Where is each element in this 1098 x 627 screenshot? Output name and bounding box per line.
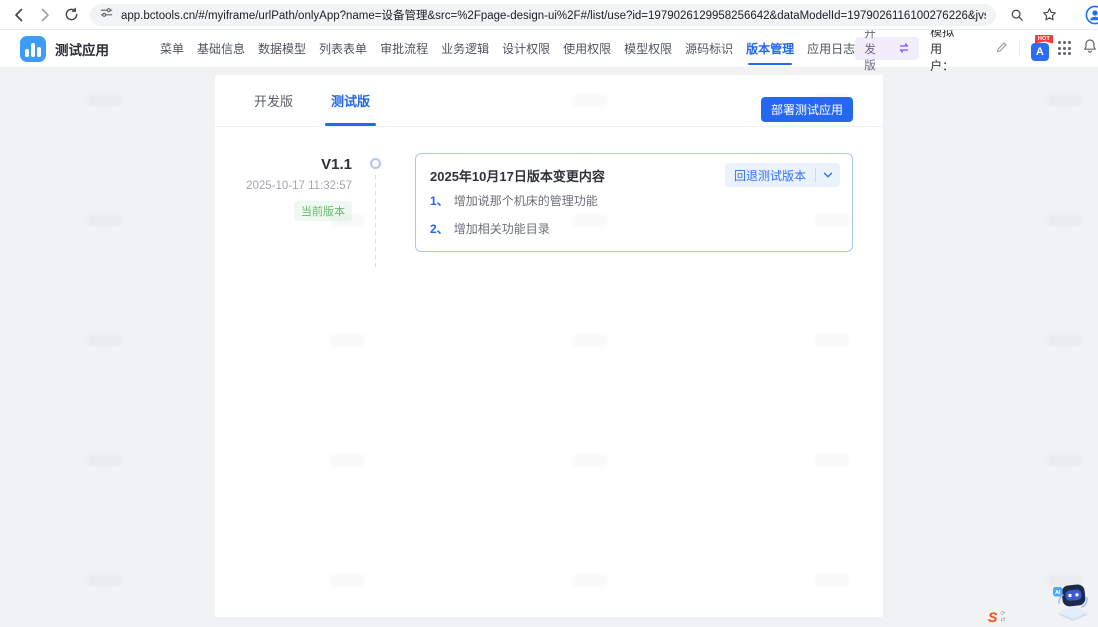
watermark xyxy=(88,95,122,106)
simulate-user-label: 模拟用户： xyxy=(930,23,962,74)
search-icon[interactable] xyxy=(1004,2,1030,28)
watermark xyxy=(88,215,122,226)
bookmark-star-icon[interactable] xyxy=(1036,2,1062,28)
ai-assistant-robot-icon[interactable]: AI xyxy=(1050,578,1096,627)
tab-dev-version[interactable]: 开发版 xyxy=(250,91,297,126)
menu-item-caidan[interactable]: 菜单 xyxy=(160,30,184,68)
env-switcher[interactable]: 开发版 xyxy=(855,37,919,60)
env-label: 开发版 xyxy=(864,25,882,73)
watermark xyxy=(88,575,122,586)
tab-test-version[interactable]: 测试版 xyxy=(327,91,374,126)
change-item-number: 1、 xyxy=(430,192,449,209)
watermark xyxy=(1048,455,1082,466)
timeline-dashed-line xyxy=(375,175,376,267)
change-item-number: 2、 xyxy=(430,220,449,237)
edit-pencil-icon[interactable] xyxy=(996,41,1008,56)
rollback-button[interactable]: 回退测试版本 xyxy=(725,167,815,184)
svg-text:AI: AI xyxy=(1055,590,1061,596)
watermark xyxy=(1048,335,1082,346)
app-brand: 测试应用 xyxy=(0,36,150,62)
menu-item-shiyongquanxian[interactable]: 使用权限 xyxy=(563,30,611,68)
screenshot-tool-stamp: S ⟳⇄ xyxy=(988,609,1005,625)
menu-item-liebiaobiaodan[interactable]: 列表表单 xyxy=(319,30,367,68)
menu-item-jichuxinxi[interactable]: 基础信息 xyxy=(197,30,245,68)
menu-item-shenpiliucheng[interactable]: 审批流程 xyxy=(380,30,428,68)
watermark xyxy=(88,335,122,346)
menu-item-yewuluoji[interactable]: 业务逻辑 xyxy=(441,30,489,68)
version-timestamp: 2025-10-17 11:32:57 xyxy=(215,180,352,192)
watermark xyxy=(1048,95,1082,106)
timeline-axis xyxy=(370,158,383,267)
browser-toolbar: app.bctools.cn/#/myiframe/urlPath/onlyAp… xyxy=(0,0,1098,30)
toolbar-right xyxy=(1004,2,1098,28)
change-item: 2、 增加相关功能目录 xyxy=(430,220,550,237)
hot-app-letter: A xyxy=(1031,43,1049,61)
deploy-test-app-button[interactable]: 部署测试应用 xyxy=(761,97,853,122)
menu-item-shujumoxing[interactable]: 数据模型 xyxy=(258,30,306,68)
menu-item-yuanmabiaoshi[interactable]: 源码标识 xyxy=(685,30,733,68)
main-menu: 菜单 基础信息 数据模型 列表表单 审批流程 业务逻辑 设计权限 使用权限 模型… xyxy=(160,30,855,68)
watermark xyxy=(1048,215,1082,226)
browser-reload-icon[interactable] xyxy=(58,2,84,28)
version-change-card: 2025年10月17日版本变更内容 回退测试版本 1、 增加说那个机床的管理功能… xyxy=(415,153,853,252)
timeline-node-icon xyxy=(370,158,381,169)
site-settings-icon[interactable] xyxy=(100,6,113,24)
apps-grid-icon[interactable] xyxy=(1058,41,1071,56)
browser-profile-icon[interactable] xyxy=(1082,2,1098,28)
swap-icon xyxy=(898,42,910,56)
notifications-bell-icon[interactable] xyxy=(1082,38,1098,59)
browser-back-icon[interactable] xyxy=(6,2,32,28)
app-navbar: 测试应用 菜单 基础信息 数据模型 列表表单 审批流程 业务逻辑 设计权限 使用… xyxy=(0,30,1098,68)
content-panel: 开发版 测试版 部署测试应用 V1.1 2025-10-17 11:32:57 … xyxy=(215,75,883,617)
divider xyxy=(1019,41,1020,57)
watermark xyxy=(88,455,122,466)
browser-forward-icon[interactable] xyxy=(32,2,58,28)
navbar-right: 开发版 模拟用户： A HOT xyxy=(855,23,1098,74)
change-item-text: 增加说那个机床的管理功能 xyxy=(454,192,598,209)
hot-app-icon[interactable]: A HOT xyxy=(1031,37,1047,61)
page-background: 开发版 测试版 部署测试应用 V1.1 2025-10-17 11:32:57 … xyxy=(0,68,1098,627)
current-version-badge: 当前版本 xyxy=(294,201,352,221)
menu-item-shejiquanxian[interactable]: 设计权限 xyxy=(502,30,550,68)
menu-item-banbenguanli[interactable]: 版本管理 xyxy=(746,30,794,68)
change-item-text: 增加相关功能目录 xyxy=(454,220,550,237)
mini-tool-icons[interactable]: ⟳⇄ xyxy=(1000,611,1005,623)
app-title: 测试应用 xyxy=(55,39,109,59)
menu-item-yingyongrizhi[interactable]: 应用日志 xyxy=(807,30,855,68)
s-logo-icon: S xyxy=(988,609,997,625)
simulate-user[interactable]: 模拟用户： xyxy=(930,23,1008,74)
rollback-button-group[interactable]: 回退测试版本 xyxy=(725,163,840,187)
url-text: app.bctools.cn/#/myiframe/urlPath/onlyAp… xyxy=(121,7,986,23)
change-item: 1、 增加说那个机床的管理功能 xyxy=(430,192,598,209)
version-number: V1.1 xyxy=(215,156,352,173)
version-info: V1.1 2025-10-17 11:32:57 当前版本 xyxy=(215,156,352,221)
version-tabs: 开发版 测试版 部署测试应用 xyxy=(215,75,883,127)
menu-item-moxingquanxian[interactable]: 模型权限 xyxy=(624,30,672,68)
address-bar[interactable]: app.bctools.cn/#/myiframe/urlPath/onlyAp… xyxy=(90,4,996,26)
app-logo-icon xyxy=(20,36,46,62)
chevron-down-icon[interactable] xyxy=(816,170,840,180)
